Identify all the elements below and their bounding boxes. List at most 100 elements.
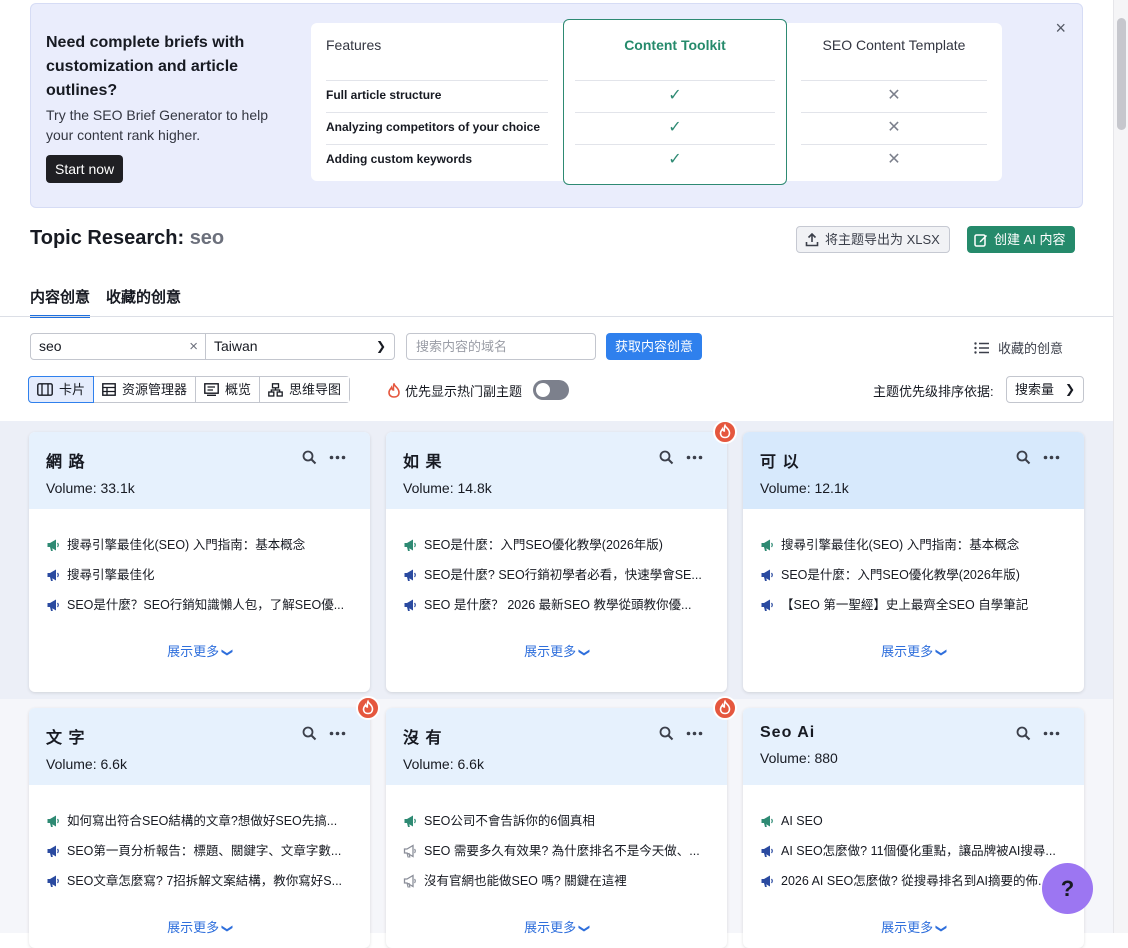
close-banner-icon[interactable]: × bbox=[1055, 18, 1066, 39]
mindmap-icon bbox=[268, 382, 283, 397]
search-icon[interactable] bbox=[659, 726, 674, 741]
saved-ideas-link[interactable]: 收藏的创意 bbox=[974, 338, 1063, 357]
topic-card[interactable]: 網 路 Volume: 33.1k 搜尋引擎最佳化(SEO) 入門指南：基本概念… bbox=[29, 432, 370, 692]
scrollbar-thumb[interactable] bbox=[1117, 18, 1126, 130]
domain-search-input[interactable]: 搜索内容的域名 bbox=[406, 333, 596, 360]
headline-text: SEO是什麼：入門SEO優化教學(2026年版) bbox=[781, 568, 1020, 582]
chevron-down-icon: ❯ bbox=[577, 647, 590, 658]
megaphone-icon bbox=[47, 539, 59, 551]
more-options-icon[interactable] bbox=[686, 731, 703, 736]
topic-volume: Volume: 6.6k bbox=[403, 756, 484, 772]
hot-topic-badge bbox=[356, 696, 380, 720]
table-icon bbox=[102, 383, 116, 396]
search-icon[interactable] bbox=[302, 726, 317, 741]
headline-item[interactable]: SEO第一頁分析報告：標題、關鍵字、文章字數... bbox=[46, 841, 353, 871]
topic-card[interactable]: 如 果 Volume: 14.8k SEO是什麼：入門SEO優化教學(2026年… bbox=[386, 420, 737, 692]
headline-item[interactable]: 2026 AI SEO怎麼做? 從搜尋排名到AI摘要的佈... bbox=[760, 871, 1067, 901]
headline-item[interactable]: 搜尋引擎最佳化(SEO) 入門指南：基本概念 bbox=[46, 535, 353, 565]
headline-text: SEO是什麼：入門SEO優化教學(2026年版) bbox=[424, 538, 663, 552]
view-switcher: 卡片 资源管理器 概览 思维导图 bbox=[28, 376, 351, 403]
megaphone-icon bbox=[403, 844, 416, 858]
topic-search-input[interactable]: seo × bbox=[30, 333, 206, 360]
chevron-down-icon: ❯ bbox=[220, 923, 233, 934]
headline-text: 搜尋引擎最佳化(SEO) 入門指南：基本概念 bbox=[67, 538, 306, 552]
search-icon[interactable] bbox=[1016, 726, 1031, 741]
more-options-icon[interactable] bbox=[686, 455, 703, 460]
headline-item[interactable]: AI SEO bbox=[760, 811, 1067, 841]
headline-text: SEO 是什麼？ 2026 最新SEO 教學從頭教你優... bbox=[424, 598, 692, 612]
megaphone-icon bbox=[47, 569, 59, 581]
view-cards[interactable]: 卡片 bbox=[28, 376, 95, 403]
headline-item[interactable]: 搜尋引擎最佳化(SEO) 入門指南：基本概念 bbox=[760, 535, 1067, 565]
show-more-link[interactable]: 展示更多 ❯ bbox=[46, 641, 353, 660]
page-scrollbar[interactable] bbox=[1113, 0, 1128, 933]
headline-item[interactable]: SEO 是什麼？ 2026 最新SEO 教學從頭教你優... bbox=[403, 595, 710, 625]
megaphone-icon bbox=[403, 874, 416, 888]
more-options-icon[interactable] bbox=[329, 731, 346, 736]
sort-value: 搜索量 bbox=[1015, 382, 1055, 397]
view-mindmap-label: 思维导图 bbox=[289, 382, 342, 397]
headline-item[interactable]: SEO 需要多久有效果? 為什麼排名不是今天做、... bbox=[403, 841, 710, 871]
fire-icon bbox=[719, 423, 731, 439]
edit-icon bbox=[974, 233, 987, 247]
show-more-link[interactable]: 展示更多 ❯ bbox=[403, 917, 710, 936]
content-tabs: 内容创意 收藏的创意 bbox=[30, 286, 181, 318]
headline-item[interactable]: 如何寫出符合SEO結構的文章?想做好SEO先搞... bbox=[46, 811, 353, 841]
hot-subtopics-label: 优先显示热门副主题 bbox=[405, 383, 523, 399]
headline-item[interactable]: 【SEO 第一聖經】史上最齊全SEO 自學筆記 bbox=[760, 595, 1067, 625]
headline-item[interactable]: SEO是什麼：入門SEO優化教學(2026年版) bbox=[760, 565, 1067, 595]
fire-icon bbox=[719, 699, 731, 715]
hot-subtopics-switch[interactable] bbox=[533, 380, 570, 400]
headline-item[interactable]: AI SEO怎麼做? 11個優化重點，讓品牌被AI搜尋... bbox=[760, 841, 1067, 871]
check-icon: ✓ bbox=[575, 112, 775, 144]
headline-item[interactable]: SEO是什麼? SEO行銷初學者必看，快速學會SE... bbox=[403, 565, 710, 595]
card-tools bbox=[1016, 450, 1060, 465]
headline-text: SEO第一頁分析報告：標題、關鍵字、文章字數... bbox=[67, 844, 342, 858]
cross-icon: ✕ bbox=[801, 80, 987, 112]
start-now-button[interactable]: Start now bbox=[46, 155, 124, 183]
view-explorer-label: 资源管理器 bbox=[122, 382, 188, 397]
more-options-icon[interactable] bbox=[329, 455, 346, 460]
headline-text: 【SEO 第一聖經】史上最齊全SEO 自學筆記 bbox=[781, 598, 1029, 612]
headline-item[interactable]: SEO文章怎麼寫? 7招拆解文案結構，教你寫好S... bbox=[46, 871, 353, 901]
view-overview[interactable]: 概览 bbox=[196, 377, 261, 402]
country-select[interactable]: Taiwan ❯ bbox=[205, 333, 395, 360]
hot-subtopics-toggle[interactable]: 优先显示热门副主题 bbox=[388, 380, 570, 400]
megaphone-icon bbox=[404, 569, 416, 581]
create-ai-content-label: 创建 AI 内容 bbox=[994, 232, 1066, 247]
view-explorer[interactable]: 资源管理器 bbox=[94, 377, 197, 402]
show-more-label: 展示更多 bbox=[167, 644, 220, 659]
megaphone-icon bbox=[761, 815, 773, 827]
headline-item[interactable]: SEO是什麼？SEO行銷知識懶人包，了解SEO優... bbox=[46, 595, 353, 625]
topic-card[interactable]: 文 字 Volume: 6.6k 如何寫出符合SEO結構的文章?想做好SEO先搞… bbox=[29, 696, 380, 948]
show-more-link[interactable]: 展示更多 ❯ bbox=[760, 641, 1067, 660]
headline-item[interactable]: 沒有官網也能做SEO 嗎? 關鍵在這裡 bbox=[403, 871, 710, 901]
banner-headline: Need complete briefs with customization … bbox=[46, 34, 245, 99]
seo-template-header: SEO Content Template bbox=[822, 37, 966, 53]
headline-item[interactable]: 搜尋引擎最佳化 bbox=[46, 565, 353, 595]
search-icon[interactable] bbox=[659, 450, 674, 465]
megaphone-icon bbox=[761, 845, 773, 857]
topic-card[interactable]: Seo Ai Volume: 880 AI SEO AI SEO怎麼做? 11個… bbox=[743, 708, 1084, 948]
create-ai-content-button[interactable]: 创建 AI 内容 bbox=[967, 226, 1075, 253]
clear-search-icon[interactable]: × bbox=[189, 334, 198, 359]
headline-item[interactable]: SEO公司不會告訴你的6個真相 bbox=[403, 811, 710, 841]
headline-item[interactable]: SEO是什麼：入門SEO優化教學(2026年版) bbox=[403, 535, 710, 565]
search-icon[interactable] bbox=[1016, 450, 1031, 465]
topic-card[interactable]: 可 以 Volume: 12.1k 搜尋引擎最佳化(SEO) 入門指南：基本概念… bbox=[743, 432, 1084, 692]
export-xlsx-button[interactable]: 将主题导出为 XLSX bbox=[796, 226, 950, 253]
tab-saved-ideas[interactable]: 收藏的创意 bbox=[106, 286, 181, 318]
topic-card[interactable]: 沒 有 Volume: 6.6k SEO公司不會告訴你的6個真相 SEO 需要多… bbox=[386, 696, 737, 948]
show-more-link[interactable]: 展示更多 ❯ bbox=[46, 917, 353, 936]
get-content-ideas-button[interactable]: 获取内容创意 bbox=[606, 333, 703, 360]
more-options-icon[interactable] bbox=[1043, 455, 1060, 460]
sort-select[interactable]: 搜索量 ❯ bbox=[1006, 376, 1084, 403]
show-more-link[interactable]: 展示更多 ❯ bbox=[760, 917, 1067, 936]
help-button[interactable]: ? bbox=[1042, 863, 1093, 914]
show-more-link[interactable]: 展示更多 ❯ bbox=[403, 641, 710, 660]
more-options-icon[interactable] bbox=[1043, 731, 1060, 736]
topic-volume: Volume: 33.1k bbox=[46, 480, 135, 496]
tab-content-ideas[interactable]: 内容创意 bbox=[30, 286, 91, 318]
search-icon[interactable] bbox=[302, 450, 317, 465]
view-mindmap[interactable]: 思维导图 bbox=[260, 377, 350, 402]
